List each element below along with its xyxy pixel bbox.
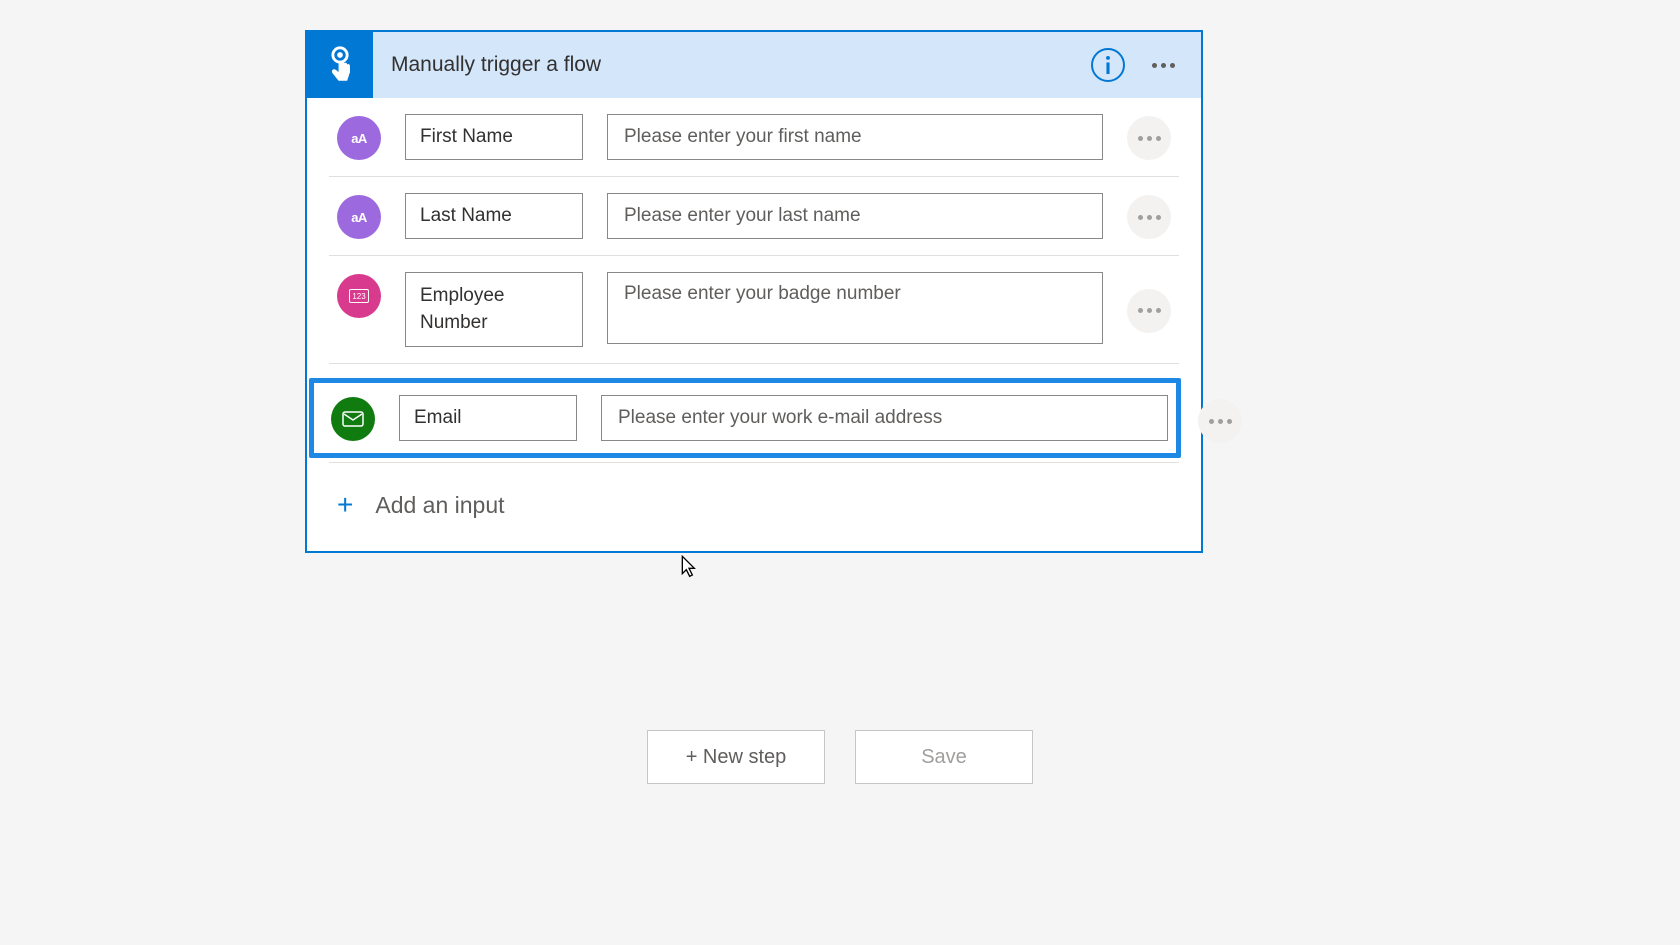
number-icon: 123 bbox=[337, 274, 381, 318]
input-description-field[interactable]: Please enter your first name bbox=[607, 114, 1103, 160]
new-step-button[interactable]: + New step bbox=[647, 730, 825, 784]
input-name-field[interactable]: Email bbox=[399, 395, 577, 441]
row-more-icon[interactable] bbox=[1127, 195, 1171, 239]
cursor-icon bbox=[680, 555, 698, 584]
trigger-card: Manually trigger a flow aA First Name Pl… bbox=[305, 30, 1203, 553]
plus-icon: + bbox=[337, 489, 353, 521]
text-icon: aA bbox=[337, 195, 381, 239]
row-more-icon[interactable] bbox=[1127, 289, 1171, 333]
trigger-header[interactable]: Manually trigger a flow bbox=[307, 32, 1201, 98]
footer-buttons: + New step Save bbox=[647, 730, 1033, 784]
trigger-title: Manually trigger a flow bbox=[373, 53, 1091, 77]
input-row-last-name: aA Last Name Please enter your last name bbox=[329, 177, 1179, 256]
input-description-field[interactable]: Please enter your work e-mail address bbox=[601, 395, 1168, 441]
touch-icon bbox=[322, 45, 358, 85]
info-icon[interactable] bbox=[1091, 48, 1125, 82]
row-more-icon[interactable] bbox=[1127, 116, 1171, 160]
input-description-field[interactable]: Please enter your last name bbox=[607, 193, 1103, 239]
add-input-label: Add an input bbox=[375, 492, 504, 519]
row-more-icon[interactable] bbox=[1198, 399, 1242, 443]
trigger-type-icon-box bbox=[307, 32, 373, 98]
input-name-field[interactable]: First Name bbox=[405, 114, 583, 160]
more-icon[interactable] bbox=[1143, 63, 1183, 68]
add-input-button[interactable]: + Add an input bbox=[307, 463, 1201, 551]
input-name-field[interactable]: Employee Number bbox=[405, 272, 583, 347]
save-button[interactable]: Save bbox=[855, 730, 1033, 784]
email-icon bbox=[331, 397, 375, 441]
trigger-body: aA First Name Please enter your first na… bbox=[307, 98, 1201, 551]
input-row-first-name: aA First Name Please enter your first na… bbox=[329, 98, 1179, 177]
input-description-field[interactable]: Please enter your badge number bbox=[607, 272, 1103, 344]
input-row-email: Email Please enter your work e-mail addr… bbox=[309, 378, 1181, 458]
input-name-field[interactable]: Last Name bbox=[405, 193, 583, 239]
text-icon: aA bbox=[337, 116, 381, 160]
input-row-employee-number: 123 Employee Number Please enter your ba… bbox=[329, 256, 1179, 364]
